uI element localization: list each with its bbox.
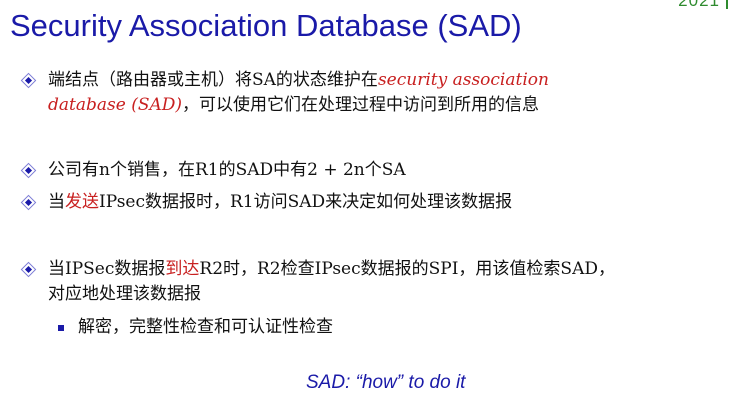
slide-title: Security Association Database (SAD) (10, 8, 522, 43)
bullet-text: ，可以使用它们在处理过程中访问到所用的信息 (182, 95, 540, 115)
bullet-text: 端结点（路由器或主机）将SA的状态维护在 (48, 70, 378, 90)
diamond-bullet-icon (24, 166, 33, 175)
corner-bar (726, 0, 728, 9)
highlight-term: security association (377, 70, 549, 90)
highlight-word: 发送 (65, 192, 99, 212)
bullet-text: 当 (48, 192, 65, 212)
sub-bullet-text: 解密，完整性检查和可认证性检查 (78, 317, 333, 337)
bullet-text: R2时，R2检查IPsec数据报的SPI，用该值检索SAD， (199, 259, 615, 279)
year-tag: 2021 (678, 0, 720, 10)
diamond-bullet-icon (24, 265, 33, 274)
highlight-term: database (SAD) (48, 95, 183, 115)
highlight-word: 到达 (165, 259, 200, 279)
bullet-sad-definition: 端结点（路由器或主机）将SA的状态维护在security association… (24, 68, 724, 118)
bullet-sa-count: 公司有n个销售，在R1的SAD中有2 + 2n个SA (24, 158, 724, 183)
bullet-send: 当发送IPsec数据报时，R1访问SAD来决定如何处理该数据报 (24, 190, 724, 215)
bullet-text: 公司有n个销售，在R1的SAD中有2 + 2n个SA (48, 160, 406, 180)
sub-bullet-processing: 解密，完整性检查和可认证性检查 (58, 315, 333, 340)
diamond-bullet-icon (24, 198, 33, 207)
footer-caption: SAD: “how” to do it (306, 372, 466, 393)
bullet-text: 对应地处理该数据报 (48, 284, 201, 304)
bullet-text: 当IPSec数据报 (48, 259, 166, 279)
square-bullet-icon (58, 325, 64, 331)
bullet-text: IPsec数据报时，R1访问SAD来决定如何处理该数据报 (99, 192, 513, 212)
bullet-receive: 当IPSec数据报到达R2时，R2检查IPsec数据报的SPI，用该值检索SAD… (24, 257, 724, 307)
diamond-bullet-icon (24, 76, 33, 85)
